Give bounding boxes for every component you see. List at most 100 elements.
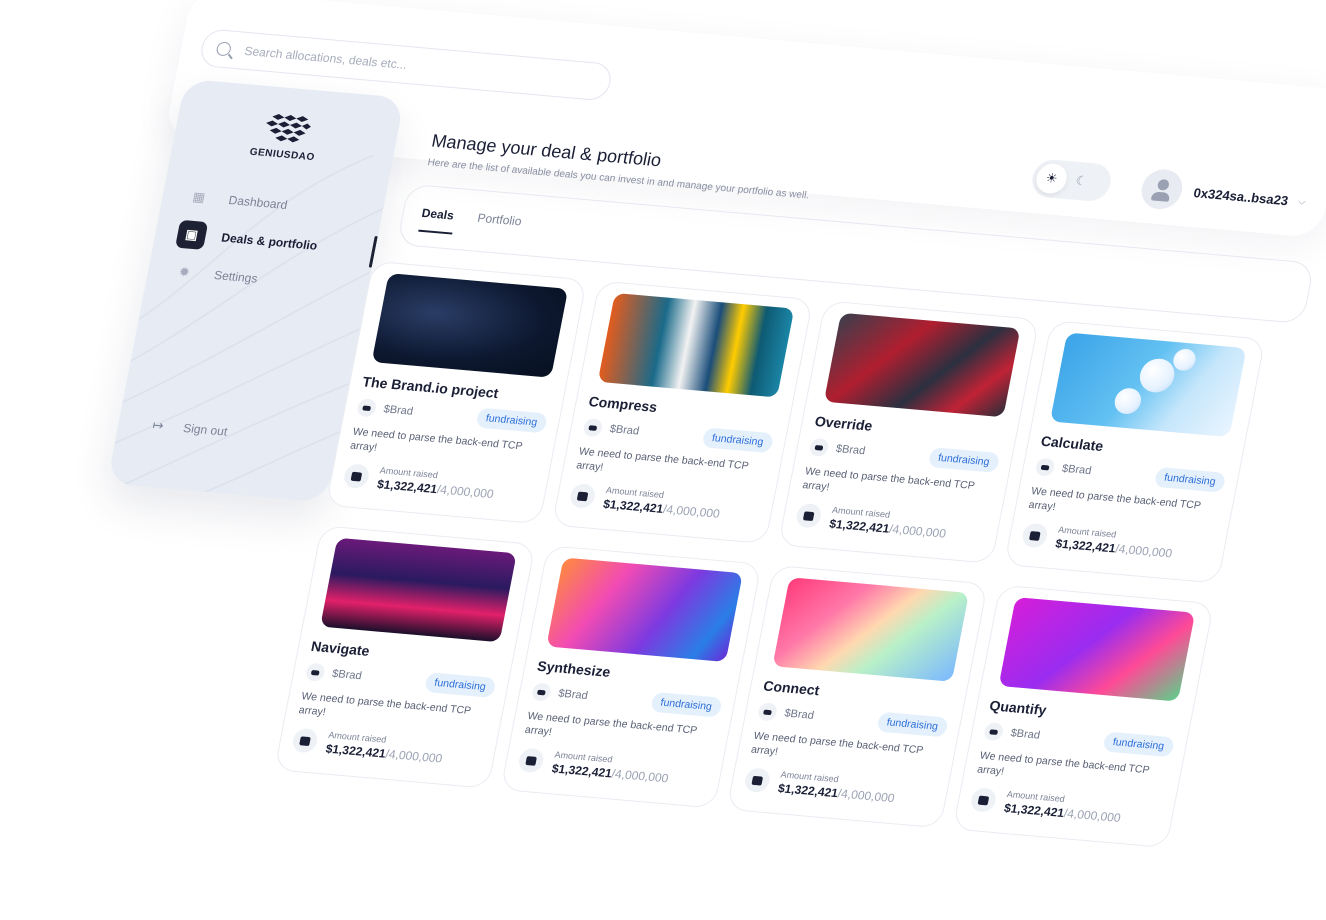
raised-value: $1,322,421 bbox=[1054, 536, 1117, 556]
token-icon bbox=[530, 682, 553, 702]
deal-card[interactable]: Quantify $Brad fundraising We need to pa… bbox=[952, 584, 1215, 849]
token: $Brad bbox=[304, 662, 364, 686]
gear-icon: ✹ bbox=[177, 263, 192, 280]
dashboard-icon: ▦ bbox=[191, 188, 207, 205]
token: $Brad bbox=[582, 417, 641, 441]
amount-raised: Amount raised $1,322,421/4,000,000 bbox=[969, 786, 1162, 828]
sidebar-item-label: Settings bbox=[212, 268, 259, 286]
deal-card[interactable]: Synthesize $Brad fundraising We need to … bbox=[500, 545, 762, 809]
token-icon bbox=[808, 437, 830, 458]
geniusdao-logo bbox=[266, 114, 311, 143]
raised-icon bbox=[342, 463, 371, 490]
status-badge: fundraising bbox=[649, 691, 723, 718]
amount-raised: Amount raised $1,322,421/4,000,000 bbox=[1020, 522, 1213, 564]
raised-icon bbox=[794, 502, 824, 529]
deal-image bbox=[371, 273, 568, 378]
token-symbol: $Brad bbox=[1009, 727, 1042, 742]
token-symbol: $Brad bbox=[1060, 462, 1093, 478]
raised-icon bbox=[1020, 522, 1050, 549]
raised-value: $1,322,421 bbox=[324, 741, 388, 761]
token-symbol: $Brad bbox=[834, 442, 867, 458]
deal-description: We need to parse the back-end TCP array! bbox=[575, 445, 750, 474]
stage: GENIUSDAO ▦ Dashboard ▣ Deals & portfoli… bbox=[0, 0, 1326, 920]
deal-image bbox=[545, 557, 743, 662]
token-symbol: $Brad bbox=[783, 707, 815, 722]
search-input[interactable] bbox=[243, 43, 585, 88]
token: $Brad bbox=[756, 702, 816, 725]
raised-icon bbox=[969, 787, 998, 813]
raised-target: /4,000,000 bbox=[888, 521, 948, 541]
deal-card[interactable]: Override $Brad fundraising We need to pa… bbox=[777, 300, 1040, 564]
deal-card[interactable]: Navigate $Brad fundraising We need to pa… bbox=[274, 525, 536, 789]
raised-value: $1,322,421 bbox=[776, 781, 840, 801]
raised-target: /4,000,000 bbox=[435, 482, 495, 502]
deal-image bbox=[823, 312, 1020, 418]
avatar bbox=[1138, 167, 1186, 211]
sign-out-label: Sign out bbox=[182, 420, 229, 439]
token: $Brad bbox=[1034, 457, 1093, 480]
deals-grid: The Brand.io project $Brad fundraising W… bbox=[274, 260, 1289, 850]
token-icon bbox=[356, 398, 378, 418]
raised-value: $1,322,421 bbox=[1002, 800, 1066, 821]
token-symbol: $Brad bbox=[331, 667, 363, 683]
sun-icon[interactable]: ☀ bbox=[1033, 162, 1070, 195]
raised-icon bbox=[743, 767, 772, 794]
raised-value: $1,322,421 bbox=[602, 496, 665, 516]
status-badge: fundraising bbox=[701, 427, 775, 454]
token-symbol: $Brad bbox=[557, 687, 589, 703]
tab-portfolio[interactable]: Portfolio bbox=[476, 211, 523, 229]
user-head-icon bbox=[1156, 178, 1170, 191]
raised-value: $1,322,421 bbox=[828, 516, 891, 536]
token-icon bbox=[756, 702, 779, 722]
tab-underline bbox=[418, 229, 453, 235]
deal-description: We need to parse the back-end TCP array! bbox=[976, 749, 1151, 778]
token-symbol: $Brad bbox=[608, 423, 641, 438]
token-icon bbox=[304, 662, 327, 682]
raised-target: /4,000,000 bbox=[1062, 806, 1122, 825]
bubble bbox=[1136, 357, 1177, 394]
deal-card[interactable]: Calculate $Brad fundraising We need to p… bbox=[1003, 320, 1266, 584]
deal-card[interactable]: Compress $Brad fundraising We need to pa… bbox=[551, 280, 814, 545]
raised-icon bbox=[290, 727, 320, 754]
raised-icon bbox=[516, 747, 546, 774]
deal-description: We need to parse the back-end TCP array! bbox=[749, 729, 925, 758]
wallet-address: 0x324sa..bsa23 bbox=[1192, 184, 1290, 208]
user-menu[interactable]: 0x324sa..bsa23 ⌵ bbox=[1138, 167, 1309, 222]
sidebar-item-label: Deals & portfolio bbox=[220, 230, 319, 253]
status-badge: fundraising bbox=[1102, 731, 1175, 758]
deal-image bbox=[998, 597, 1195, 702]
raised-value: $1,322,421 bbox=[375, 477, 439, 497]
deal-card[interactable]: Connect $Brad fundraising We need to par… bbox=[726, 564, 989, 829]
amount-raised: Amount raised $1,322,421/4,000,000 bbox=[743, 766, 936, 808]
sidebar-nav: ▦ Dashboard ▣ Deals & portfolio ✹ Settin… bbox=[162, 179, 373, 308]
moon-icon[interactable]: ☾ bbox=[1064, 165, 1100, 197]
raised-target: /4,000,000 bbox=[1114, 541, 1174, 561]
amount-raised: Amount raised $1,322,421/4,000,000 bbox=[342, 462, 535, 504]
briefcase-icon: ▣ bbox=[175, 219, 209, 250]
token-symbol: $Brad bbox=[382, 403, 415, 418]
token: $Brad bbox=[808, 437, 867, 461]
deal-description: We need to parse the back-end TCP array! bbox=[297, 690, 472, 719]
brand[interactable]: GENIUSDAO bbox=[231, 110, 340, 165]
sign-out-icon: ↦ bbox=[151, 417, 166, 434]
deal-description: We need to parse the back-end TCP array! bbox=[801, 465, 976, 494]
status-badge: fundraising bbox=[927, 447, 1001, 473]
token-icon bbox=[1034, 457, 1056, 477]
status-badge: fundraising bbox=[875, 711, 949, 738]
status-badge: fundraising bbox=[1153, 466, 1227, 493]
tab-deals[interactable]: Deals bbox=[421, 206, 456, 223]
deal-description: We need to parse the back-end TCP array! bbox=[1027, 485, 1202, 514]
user-body-icon bbox=[1150, 191, 1171, 202]
amount-raised: Amount raised $1,322,421/4,000,000 bbox=[290, 727, 484, 769]
deal-image bbox=[771, 577, 969, 682]
token-icon bbox=[582, 417, 604, 438]
status-badge: fundraising bbox=[423, 672, 497, 698]
bubble bbox=[1170, 348, 1198, 372]
chevron-down-icon[interactable]: ⌵ bbox=[1297, 196, 1307, 208]
raised-target: /4,000,000 bbox=[836, 786, 896, 806]
theme-toggle[interactable]: ☀ ☾ bbox=[1029, 158, 1115, 203]
token: $Brad bbox=[530, 682, 590, 705]
deal-description: We need to parse the back-end TCP array! bbox=[523, 710, 699, 739]
app-window: GENIUSDAO ▦ Dashboard ▣ Deals & portfoli… bbox=[73, 28, 1326, 859]
deal-card[interactable]: The Brand.io project $Brad fundraising W… bbox=[325, 260, 588, 525]
